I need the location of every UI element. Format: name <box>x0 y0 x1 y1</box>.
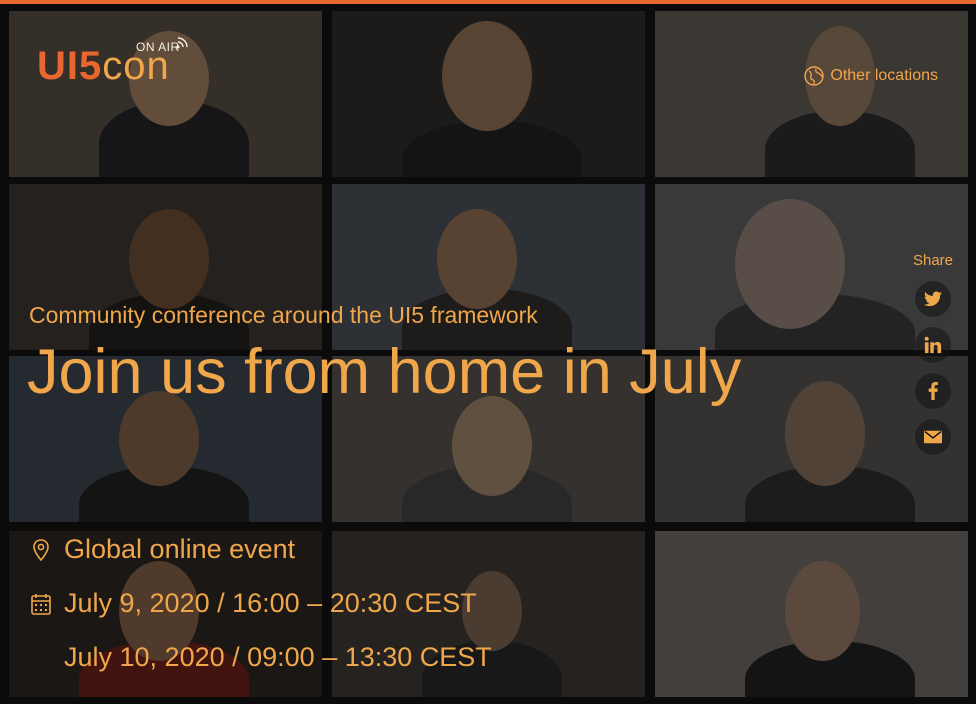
event-location: Global online event <box>30 534 295 565</box>
other-locations-link[interactable]: Other locations <box>804 66 938 86</box>
on-air-badge: ON AIR <box>136 40 180 54</box>
share-facebook-button[interactable] <box>915 373 951 409</box>
event-date-2-text: July 10, 2020 / 09:00 – 13:30 CEST <box>64 642 492 672</box>
linkedin-icon <box>924 336 942 354</box>
ui5con-logo[interactable]: UI5con ON AIR <box>37 37 188 88</box>
hero-subtitle: Community conference around the UI5 fram… <box>29 302 538 328</box>
share-panel: Share <box>909 252 957 465</box>
hero-headline: Join us from home in July <box>27 337 742 407</box>
share-linkedin-button[interactable] <box>915 327 951 363</box>
calendar-icon <box>31 593 51 615</box>
share-email-button[interactable] <box>915 419 951 455</box>
share-twitter-button[interactable] <box>915 281 951 317</box>
video-tile <box>655 11 968 177</box>
other-locations-label: Other locations <box>830 67 938 84</box>
globe-icon <box>804 66 825 86</box>
mail-icon <box>924 430 942 444</box>
logo-ui5: UI5 <box>37 44 103 88</box>
facebook-icon <box>928 382 938 400</box>
event-date-2: July 10, 2020 / 09:00 – 13:30 CEST <box>64 642 492 673</box>
twitter-icon <box>924 291 942 307</box>
video-tile <box>9 11 322 177</box>
share-label: Share <box>912 252 954 269</box>
event-location-text: Global online event <box>64 534 296 564</box>
video-tile <box>332 11 645 177</box>
event-date-1: July 9, 2020 / 16:00 – 20:30 CEST <box>30 588 477 619</box>
map-pin-icon <box>33 538 49 561</box>
video-tile <box>655 531 968 697</box>
event-date-1-text: July 9, 2020 / 16:00 – 20:30 CEST <box>64 588 477 618</box>
broadcast-waves-icon <box>176 37 188 49</box>
